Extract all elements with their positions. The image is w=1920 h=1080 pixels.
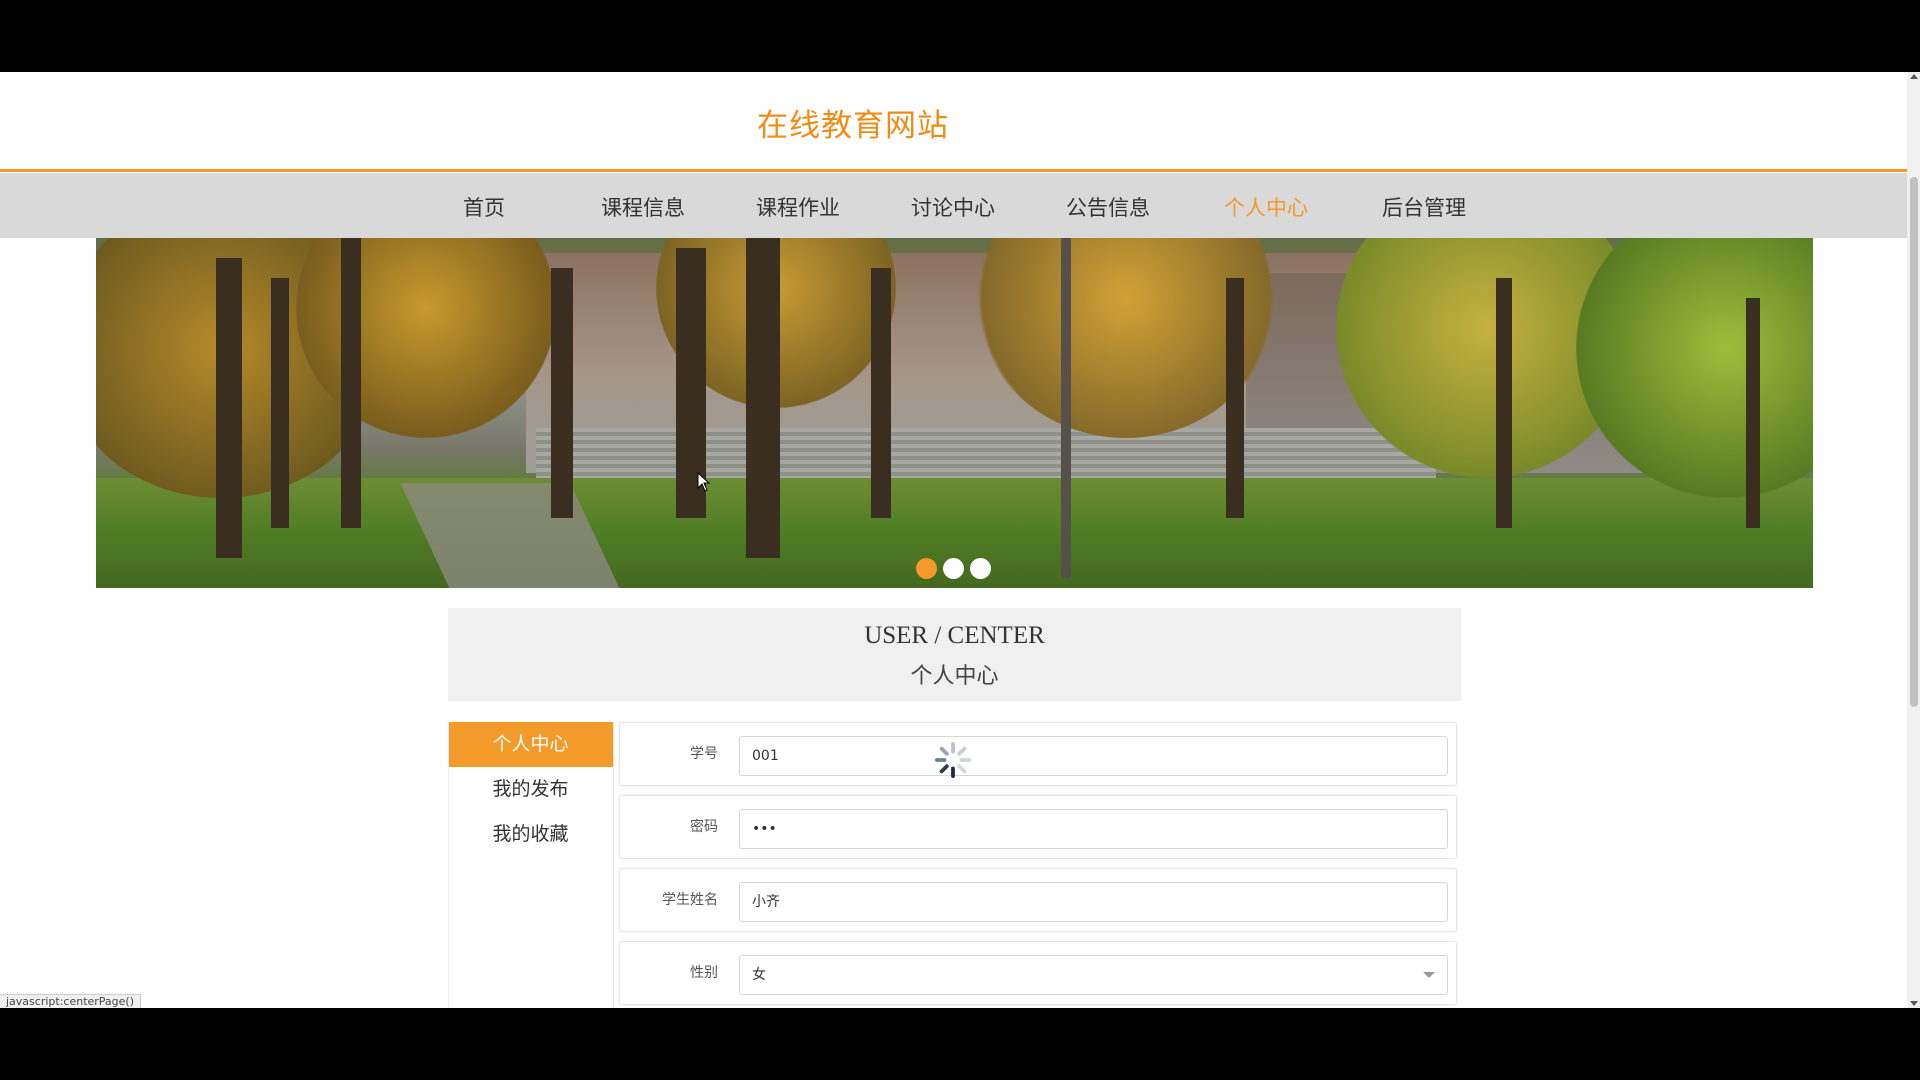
scroll-up-arrow-icon[interactable] <box>1910 74 1918 79</box>
loading-spinner-icon <box>934 741 972 779</box>
banner-carousel[interactable] <box>96 238 1813 588</box>
form-row-student-name: 学生姓名 小齐 <box>619 868 1457 932</box>
nav-item-user-center[interactable]: 个人中心 <box>1224 192 1308 222</box>
form-row-gender: 性别 女 <box>619 941 1457 1005</box>
password-label: 密码 <box>690 819 718 835</box>
gender-selected-value: 女 <box>752 967 766 983</box>
banner-tree-trunk <box>1746 298 1760 528</box>
nav-item-course-info[interactable]: 课程信息 <box>601 192 685 222</box>
carousel-indicators <box>916 558 991 579</box>
nav-item-course-homework[interactable]: 课程作业 <box>756 192 840 222</box>
browser-status-bar: javascript:centerPage() <box>0 994 142 1008</box>
nav-item-admin[interactable]: 后台管理 <box>1382 192 1466 222</box>
form-row-password: 密码 ••• <box>619 795 1457 859</box>
banner-tree-trunk <box>216 258 242 558</box>
letterbox-top <box>0 0 1920 72</box>
main-nav: 首页 课程信息 课程作业 讨论中心 公告信息 个人中心 后台管理 <box>0 173 1907 238</box>
student-name-input[interactable]: 小齐 <box>739 882 1448 922</box>
banner-tree-trunk <box>271 278 289 528</box>
student-name-label: 学生姓名 <box>662 892 718 908</box>
banner-tree-trunk <box>1226 278 1244 518</box>
side-menu-item-my-posts[interactable]: 我的发布 <box>448 767 613 812</box>
gender-select[interactable]: 女 <box>739 955 1448 995</box>
form-row-student-id: 学号 001 <box>619 722 1457 786</box>
carousel-dot-2[interactable] <box>943 558 964 579</box>
student-id-label: 学号 <box>690 746 718 762</box>
banner-tree-trunk <box>341 238 361 528</box>
banner-tree-trunk <box>871 268 891 518</box>
mouse-cursor-icon <box>697 472 711 492</box>
banner-tree-trunk <box>551 268 573 518</box>
browser-viewport: 在线教育网站 首页 课程信息 课程作业 讨论中心 公告信息 个人中心 后台管理 <box>0 72 1920 1008</box>
scroll-down-arrow-icon[interactable] <box>1910 1001 1918 1006</box>
chevron-down-icon <box>1423 972 1435 978</box>
nav-item-discussion[interactable]: 讨论中心 <box>911 192 995 222</box>
student-id-input[interactable]: 001 <box>739 736 1448 776</box>
nav-item-announcements[interactable]: 公告信息 <box>1066 192 1150 222</box>
letterbox-bottom <box>0 1008 1920 1080</box>
side-menu-item-user-center[interactable]: 个人中心 <box>448 722 613 767</box>
banner-tree-trunk <box>1496 278 1512 528</box>
user-center-title-cn: 个人中心 <box>910 664 999 689</box>
site-title[interactable]: 在线教育网站 <box>757 100 949 145</box>
user-center-title-en: USER / CENTER <box>864 622 1045 649</box>
site-header: 在线教育网站 <box>0 72 1907 172</box>
carousel-dot-3[interactable] <box>970 558 991 579</box>
user-center-title-box: USER / CENTER 个人中心 <box>448 608 1461 701</box>
banner-lamp-post <box>1061 238 1071 578</box>
user-side-menu: 个人中心 我的发布 我的收藏 <box>448 722 613 857</box>
carousel-dot-1[interactable] <box>916 558 937 579</box>
user-info-form: 学号 001 密码 ••• 学生姓名 小齐 性别 女 <box>613 722 1461 1008</box>
gender-label: 性别 <box>690 965 718 981</box>
nav-item-home[interactable]: 首页 <box>463 192 505 222</box>
password-input[interactable]: ••• <box>739 809 1448 849</box>
side-menu-border <box>448 722 449 1008</box>
page-scrollbar[interactable] <box>1907 72 1920 1008</box>
side-menu-item-my-favorites[interactable]: 我的收藏 <box>448 812 613 857</box>
scrollbar-thumb[interactable] <box>1910 177 1918 707</box>
banner-tree-trunk <box>746 238 780 558</box>
